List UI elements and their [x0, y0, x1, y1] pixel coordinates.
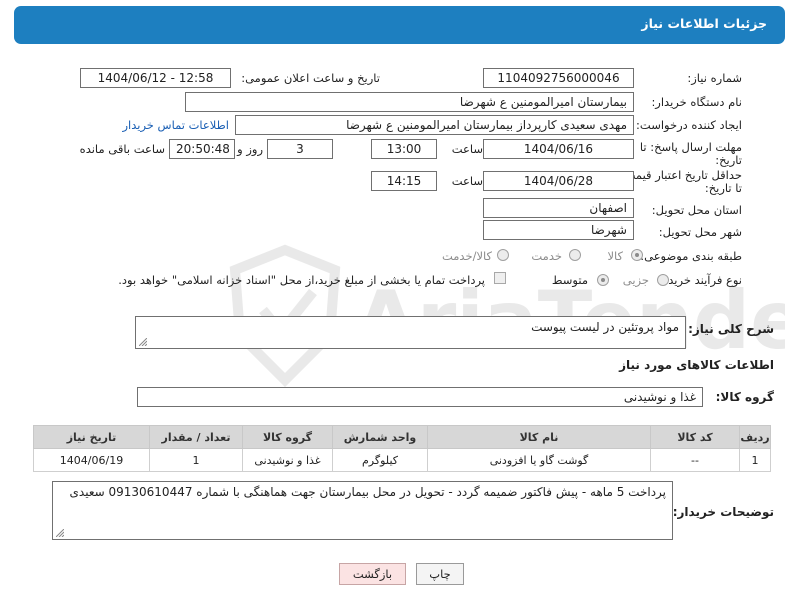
cell-goods-group: غذا و نوشیدنی	[242, 448, 333, 472]
cell-need-date: 1404/06/19	[33, 448, 150, 472]
page-header: جزئیات اطلاعات نیاز	[14, 6, 785, 44]
deadline-label-date: تاریخ:	[715, 153, 742, 167]
days-remaining-field: 3	[267, 139, 333, 159]
deadline-date-field: 1404/06/16	[483, 139, 634, 159]
need-number-field: 1104092756000046	[483, 68, 634, 88]
announce-date-field: 1404/06/12 - 12:58	[80, 68, 231, 88]
goods-section-title: اطلاعات کالاهای مورد نیاز	[619, 358, 774, 372]
price-validity-time-label: ساعت	[451, 174, 483, 188]
table-row: 1 -- گوشت گاو یا افزودنی کیلوگرم غذا و ن…	[33, 448, 771, 472]
creator-field: مهدی سعیدی کارپرداز بیمارستان امیرالمومن…	[235, 115, 634, 135]
print-button[interactable]: چاپ	[416, 563, 464, 585]
price-validity-label: حداقل تاریخ اعتبار قیمت:	[620, 168, 742, 182]
price-validity-label-date: تا تاریخ:	[704, 181, 742, 195]
days-label: روز و	[237, 142, 263, 156]
back-button[interactable]: بازگشت	[339, 563, 406, 585]
creator-label: ایجاد کننده درخواست:	[636, 118, 742, 132]
col-goods-name: نام کالا	[427, 425, 651, 449]
province-label: استان محل تحویل:	[651, 203, 742, 217]
cell-goods-name: گوشت گاو یا افزودنی	[427, 448, 651, 472]
category-label: طبقه بندی موضوعی:	[640, 249, 742, 263]
process-radio-minor[interactable]	[657, 274, 669, 286]
col-unit: واحد شمارش	[332, 425, 428, 449]
col-goods-group: گروه کالا	[242, 425, 333, 449]
buyer-contact-link[interactable]: اطلاعات تماس خریدار	[122, 118, 229, 132]
buyer-notes-text: پرداخت 5 ماهه - پیش فاکتور ضمیمه گردد - …	[69, 485, 667, 499]
col-row-number: ردیف	[739, 425, 771, 449]
cell-goods-code: --	[650, 448, 740, 472]
col-goods-code: کد کالا	[650, 425, 740, 449]
category-option-goods-service: کالا/خدمت	[441, 249, 492, 263]
cell-quantity: 1	[149, 448, 243, 472]
category-option-service: خدمت	[531, 249, 562, 263]
summary-label: شرح کلی نیاز:	[688, 322, 774, 336]
buyer-org-label: نام دستگاه خریدار:	[651, 95, 742, 109]
time-remaining-field: 20:50:48	[169, 139, 235, 159]
category-radio-goods-service[interactable]	[497, 249, 509, 261]
deadline-label: مهلت ارسال پاسخ: تا	[639, 140, 742, 154]
need-number-label: شماره نیاز:	[687, 71, 742, 85]
treasury-bonds-checkbox[interactable]	[494, 272, 506, 284]
summary-textarea: مواد پروتئین در لیست پیوست	[135, 316, 686, 349]
deadline-time-label: ساعت	[451, 142, 483, 156]
goods-group-field: غذا و نوشیدنی	[137, 387, 703, 407]
buyer-notes-label: توضیحات خریدار:	[672, 505, 774, 519]
price-validity-date-field: 1404/06/28	[483, 171, 634, 191]
announce-date-label: تاریخ و ساعت اعلان عمومی:	[241, 71, 380, 85]
goods-group-label: گروه کالا:	[715, 390, 774, 404]
buyer-notes-textarea: پرداخت 5 ماهه - پیش فاکتور ضمیمه گردد - …	[52, 481, 673, 540]
col-need-date: تاریخ نیاز	[33, 425, 150, 449]
buyer-org-field: بیمارستان امیرالمومنین ع شهرضا	[185, 92, 634, 112]
treasury-bonds-note: پرداخت تمام یا بخشی از مبلغ خرید،از محل …	[118, 273, 485, 287]
category-radio-goods[interactable]	[631, 249, 643, 261]
deadline-time-field: 13:00	[371, 139, 437, 159]
city-label: شهر محل تحویل:	[658, 225, 742, 239]
table-header-row: ردیف کد کالا نام کالا واحد شمارش گروه کا…	[33, 425, 771, 449]
page-title: جزئیات اطلاعات نیاز	[641, 16, 767, 31]
process-option-medium: متوسط	[551, 273, 588, 287]
summary-text: مواد پروتئین در لیست پیوست	[531, 320, 679, 334]
process-radio-medium[interactable]	[597, 274, 609, 286]
watermark-shield-icon	[229, 244, 341, 388]
city-field: شهرضا	[483, 220, 634, 240]
category-option-goods: کالا	[607, 249, 623, 263]
cell-row-number: 1	[739, 448, 771, 472]
resize-grip-icon[interactable]	[139, 338, 147, 346]
category-radio-service[interactable]	[569, 249, 581, 261]
resize-grip-icon[interactable]	[56, 529, 64, 537]
province-field: اصفهان	[483, 198, 634, 218]
cell-unit: کیلوگرم	[332, 448, 428, 472]
col-quantity: تعداد / مقدار	[149, 425, 243, 449]
process-option-minor: جزیی	[622, 273, 649, 287]
goods-table: ردیف کد کالا نام کالا واحد شمارش گروه کا…	[33, 425, 771, 472]
purchase-process-label: نوع فرآیند خرید :	[660, 273, 742, 287]
time-remaining-label: ساعت باقی مانده	[79, 142, 165, 156]
price-validity-time-field: 14:15	[371, 171, 437, 191]
